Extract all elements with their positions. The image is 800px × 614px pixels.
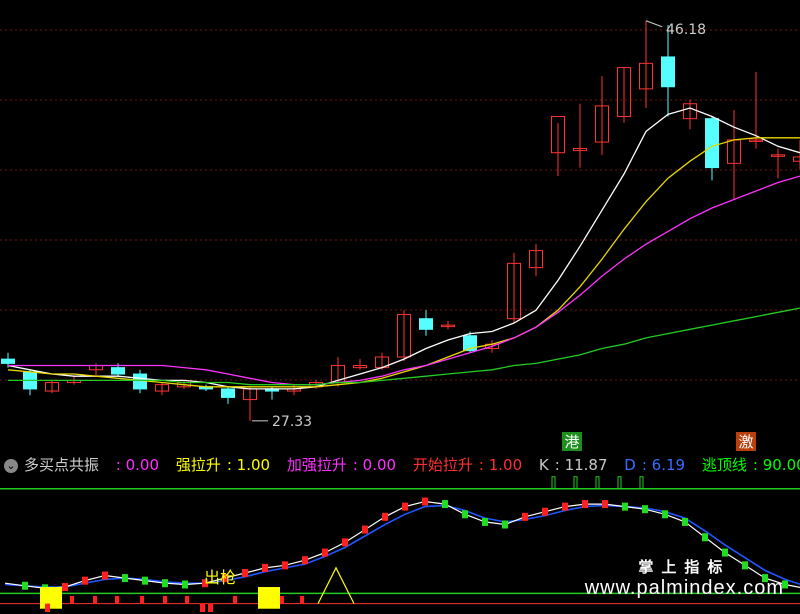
kd-marker-17 (342, 538, 348, 547)
red-bar-7 (280, 595, 284, 604)
kd-marker-12 (242, 568, 248, 577)
kd-marker-22 (442, 500, 448, 509)
legend-item-4-value: : 11.87 (554, 456, 608, 474)
candle-body-19 (419, 318, 433, 330)
kd-marker-16 (322, 548, 328, 557)
top-signal-tick-1 (573, 476, 578, 489)
legend-item-2: 加强拉升 : 0.00 (287, 456, 402, 474)
kd-marker-21 (422, 497, 428, 506)
indicator-legend: ⌄ 多买点共振 : 0.00 强拉升 : 1.00 加强拉升 : 0.00 开始拉升:… (0, 455, 800, 475)
kd-marker-28 (562, 502, 568, 511)
yellow-bar-1 (258, 587, 280, 609)
kd-marker-27 (542, 507, 548, 516)
legend-item-5: D : 6.19 (624, 456, 691, 474)
legend-item-6: 逃顶线 : 90.00 (702, 456, 800, 474)
kd-marker-24 (482, 517, 488, 526)
kd-marker-15 (302, 556, 308, 565)
watermark: 掌上指标 www.palmindex.com (585, 556, 784, 600)
kd-marker-3 (62, 583, 68, 592)
legend-item-2-label: 加强拉升 (286, 456, 347, 474)
kd-marker-13 (262, 563, 268, 572)
kd-marker-34 (682, 517, 688, 526)
gear-icon[interactable]: ⌄ (4, 458, 18, 473)
kd-marker-9 (182, 580, 188, 589)
red-down-bar-1 (200, 603, 205, 612)
legend-item-6-label: 逃顶线 (701, 456, 747, 474)
yellow-bar-0 (40, 587, 62, 609)
kd-marker-5 (102, 571, 108, 580)
red-bar-0 (70, 595, 74, 604)
red-down-bar-0 (45, 603, 50, 612)
legend-item-2-value: : 0.00 (352, 456, 397, 474)
top-signal-tick-3 (617, 476, 622, 489)
legend-item-6-value: : 90.00 (752, 456, 800, 474)
kd-marker-19 (382, 512, 388, 521)
kd-marker-1 (22, 581, 28, 590)
kd-marker-18 (362, 525, 368, 534)
legend-item-0: : 0.00 (110, 456, 165, 474)
high-pointer (645, 20, 663, 28)
watermark-title: 掌上指标 (638, 559, 731, 576)
legend-item-3-label: 开始拉升 (412, 456, 473, 474)
legend-item-3: 开始拉升 : 1.00 (413, 456, 528, 474)
kd-marker-20 (402, 502, 408, 511)
kd-marker-7 (142, 576, 148, 585)
legend-item-1-label: 强拉升 (175, 456, 221, 474)
kd-marker-25 (502, 520, 508, 529)
red-down-bar-2 (208, 603, 213, 612)
triangle-signal (317, 566, 355, 604)
candle-body-32 (705, 118, 719, 169)
top-signal-tick-0 (551, 476, 556, 489)
kd-marker-32 (642, 505, 648, 514)
red-bar-5 (185, 595, 189, 604)
kd-marker-33 (662, 510, 668, 519)
legend-item-0-value: : 0.00 (115, 456, 160, 474)
candle-body-10 (221, 388, 235, 398)
watermark-url: www.palmindex.com (584, 577, 784, 599)
signal-ji: 激 (738, 433, 753, 451)
signal-chuqiang: 出枪 (204, 568, 236, 587)
red-bar-8 (300, 595, 304, 604)
kd-marker-14 (282, 561, 288, 570)
legend-item-4-label: K (538, 456, 549, 474)
high-price-label: 46.18 (666, 22, 706, 38)
kd-marker-4 (82, 576, 88, 585)
legend-item-5-label: D (624, 456, 636, 474)
indicator-name[interactable]: 多买点共振 (24, 456, 99, 474)
red-bar-4 (163, 595, 167, 604)
low-price-label: 27.33 (272, 414, 312, 430)
kd-marker-26 (522, 512, 528, 521)
red-bar-6 (233, 595, 237, 604)
red-bar-1 (93, 595, 97, 604)
kd-marker-6 (122, 574, 128, 583)
price-chart: 46.18 27.33 港 激 (0, 20, 800, 451)
candle-body-30 (661, 56, 675, 88)
top-signal-tick-2 (595, 476, 600, 489)
legend-item-4: K : 11.87 (539, 456, 614, 474)
candle-body-5 (111, 367, 125, 375)
legend-item-1-value: : 1.00 (226, 456, 271, 474)
kd-marker-31 (622, 502, 628, 511)
signal-gang: 港 (564, 433, 579, 451)
candle-body-0 (1, 358, 15, 364)
kd-marker-30 (602, 500, 608, 509)
legend-item-5-value: : 6.19 (641, 456, 686, 474)
red-bar-3 (140, 595, 144, 604)
top-signal-tick-4 (639, 476, 644, 489)
kd-marker-23 (462, 510, 468, 519)
kd-marker-35 (702, 533, 708, 542)
kd-marker-8 (162, 579, 168, 588)
kd-marker-29 (582, 500, 588, 509)
legend-item-1: 强拉升 : 1.00 (176, 456, 276, 474)
candle-body-36 (793, 156, 800, 162)
legend-item-3-value: : 1.00 (478, 456, 523, 474)
red-bar-2 (115, 595, 119, 604)
